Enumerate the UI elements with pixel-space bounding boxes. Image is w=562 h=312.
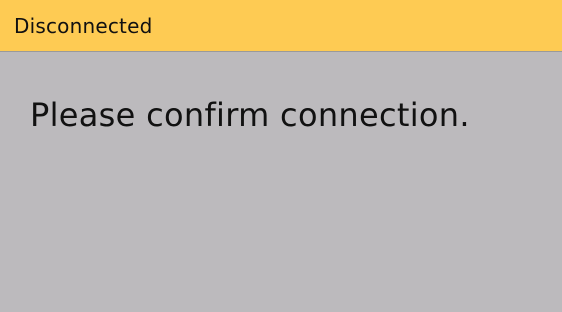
- disconnected-dialog: Disconnected Please confirm connection.: [0, 0, 562, 312]
- status-title: Disconnected: [14, 13, 153, 38]
- connection-message: Please confirm connection.: [30, 96, 470, 134]
- message-area: Please confirm connection.: [0, 52, 562, 312]
- status-title-bar: Disconnected: [0, 0, 562, 52]
